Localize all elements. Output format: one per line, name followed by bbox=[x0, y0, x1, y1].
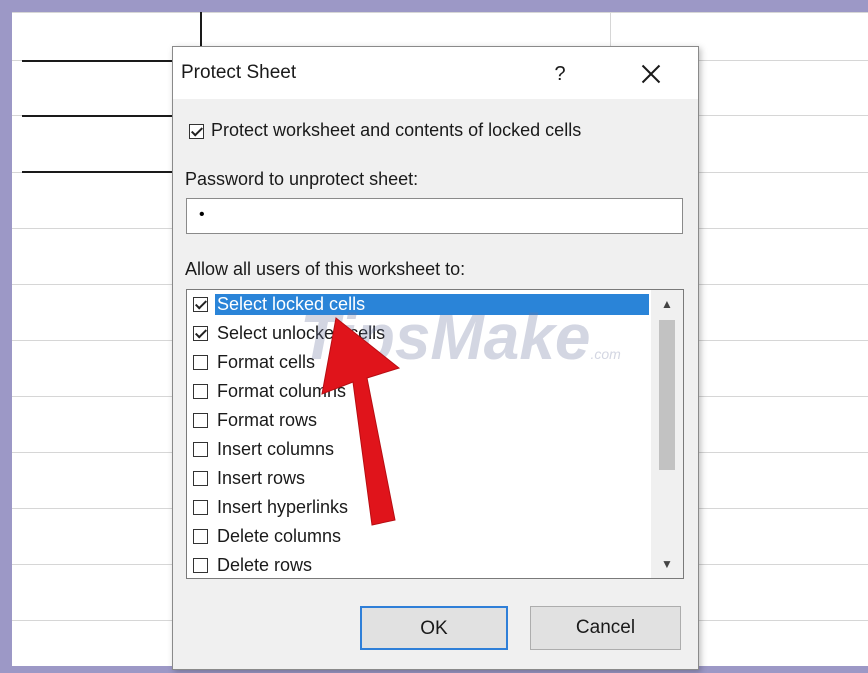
permission-label: Insert hyperlinks bbox=[217, 497, 349, 517]
cell-border bbox=[200, 12, 202, 48]
grid-line bbox=[12, 12, 868, 13]
chevron-up-icon: ▲ bbox=[661, 297, 673, 311]
list-scrollbar[interactable]: ▲ ▼ bbox=[651, 290, 683, 578]
permission-checkbox[interactable] bbox=[193, 471, 208, 486]
watermark: TipsMake.com bbox=[300, 300, 621, 374]
permission-checkbox[interactable] bbox=[193, 355, 208, 370]
password-field[interactable]: • bbox=[186, 198, 683, 234]
permission-checkbox[interactable] bbox=[193, 442, 208, 457]
permission-checkbox[interactable] bbox=[193, 413, 208, 428]
permission-item[interactable]: Delete columns bbox=[191, 524, 651, 550]
scroll-thumb[interactable] bbox=[659, 320, 675, 470]
protect-worksheet-checkbox[interactable] bbox=[189, 124, 204, 139]
permission-item[interactable]: Delete rows bbox=[191, 553, 651, 578]
scroll-down-button[interactable]: ▼ bbox=[651, 550, 683, 578]
permission-checkbox[interactable] bbox=[193, 500, 208, 515]
permission-checkbox[interactable] bbox=[193, 326, 208, 341]
cell-border bbox=[22, 171, 184, 173]
dialog-title: Protect Sheet bbox=[181, 62, 297, 83]
permission-label: Delete columns bbox=[217, 526, 342, 546]
permission-item[interactable]: Format rows bbox=[191, 408, 651, 434]
permission-label: Delete rows bbox=[217, 555, 313, 575]
cell-border bbox=[22, 60, 184, 62]
permission-checkbox[interactable] bbox=[193, 384, 208, 399]
close-button[interactable] bbox=[636, 59, 666, 89]
watermark-text: TipsMake bbox=[300, 301, 591, 373]
permission-item[interactable]: Insert hyperlinks bbox=[191, 495, 651, 521]
dialog-titlebar: Protect Sheet ? bbox=[173, 47, 698, 99]
permission-item[interactable]: Insert rows bbox=[191, 466, 651, 492]
scroll-up-button[interactable]: ▲ bbox=[651, 290, 683, 318]
password-mask: • bbox=[199, 206, 205, 223]
permission-label: Format columns bbox=[217, 381, 347, 401]
password-label: Password to unprotect sheet: bbox=[185, 169, 419, 189]
permission-item[interactable]: Insert columns bbox=[191, 437, 651, 463]
permission-label: Insert columns bbox=[217, 439, 335, 459]
cancel-button[interactable]: Cancel bbox=[530, 606, 681, 650]
help-button[interactable]: ? bbox=[545, 59, 575, 89]
permission-checkbox[interactable] bbox=[193, 558, 208, 573]
protect-worksheet-label[interactable]: Protect worksheet and contents of locked… bbox=[211, 120, 581, 141]
allow-users-label: Allow all users of this worksheet to: bbox=[185, 259, 466, 279]
permission-checkbox[interactable] bbox=[193, 529, 208, 544]
watermark-suffix: .com bbox=[590, 346, 621, 362]
ok-button[interactable]: OK bbox=[360, 606, 508, 650]
cell-border bbox=[22, 115, 184, 117]
permission-item[interactable]: Format columns bbox=[191, 379, 651, 405]
permission-checkbox[interactable] bbox=[193, 297, 208, 312]
permission-label: Insert rows bbox=[217, 468, 306, 488]
chevron-down-icon: ▼ bbox=[661, 557, 673, 571]
permission-label: Format rows bbox=[217, 410, 318, 430]
